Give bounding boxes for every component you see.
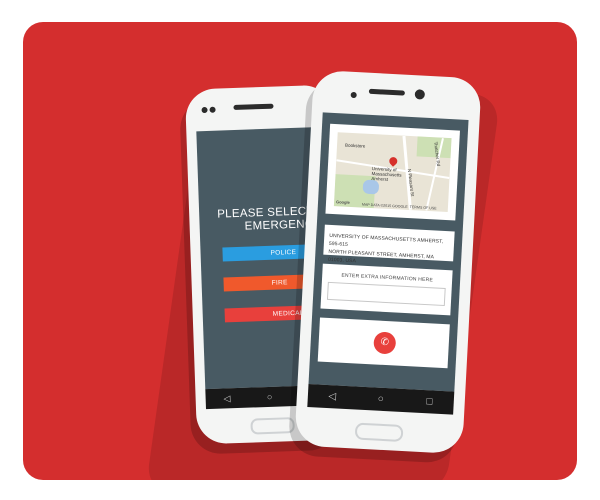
front-phone: Bookstore University of Massachusetts Am… (294, 69, 482, 455)
nav-back-icon[interactable]: ◁ (322, 391, 343, 403)
map-attribution: MAP DATA ©2015 GOOGLE TERMS OF USE (362, 203, 437, 211)
call-button[interactable]: ✆ (373, 331, 397, 355)
map-terms-link[interactable]: TERMS OF USE (410, 205, 437, 210)
nav-recent-icon[interactable]: □ (419, 396, 440, 408)
nav-home-icon[interactable]: ○ (259, 392, 279, 403)
map-label-bookstore: Bookstore (344, 142, 366, 149)
map-pond (362, 179, 380, 195)
extra-info-card: ENTER EXTRA INFORMATION HERE (320, 263, 453, 316)
background-card: PLEASE SELECT Y EMERGENCY POLICE FIRE ME… (23, 22, 577, 480)
location-map[interactable]: Bookstore University of Massachusetts Am… (333, 132, 452, 213)
speaker-grill (233, 103, 274, 111)
camera-icon (414, 89, 426, 100)
call-card: ✆ (317, 317, 450, 369)
nav-back-icon[interactable]: ◁ (217, 393, 237, 405)
map-brand-logo: Google (335, 199, 350, 205)
speaker-grill (368, 88, 405, 96)
sensor-dots (350, 85, 359, 103)
map-card: Bookstore University of Massachusetts Am… (325, 123, 460, 221)
phone-icon: ✆ (380, 336, 390, 349)
sensor-dots (201, 100, 218, 119)
home-button[interactable] (354, 422, 404, 443)
extra-info-input[interactable] (326, 281, 446, 307)
nav-home-icon[interactable]: ○ (371, 393, 392, 405)
map-pin-icon (387, 155, 399, 167)
home-button[interactable] (250, 417, 295, 435)
emergency-details-screen: Bookstore University of Massachusetts Am… (308, 112, 469, 392)
address-card: UNIVERSITY OF MASSACHUSETTS AMHERST, 595… (323, 224, 455, 264)
map-label-university: University of Massachusetts Amherst (371, 166, 402, 182)
map-data-credit: MAP DATA ©2015 GOOGLE (361, 202, 408, 209)
